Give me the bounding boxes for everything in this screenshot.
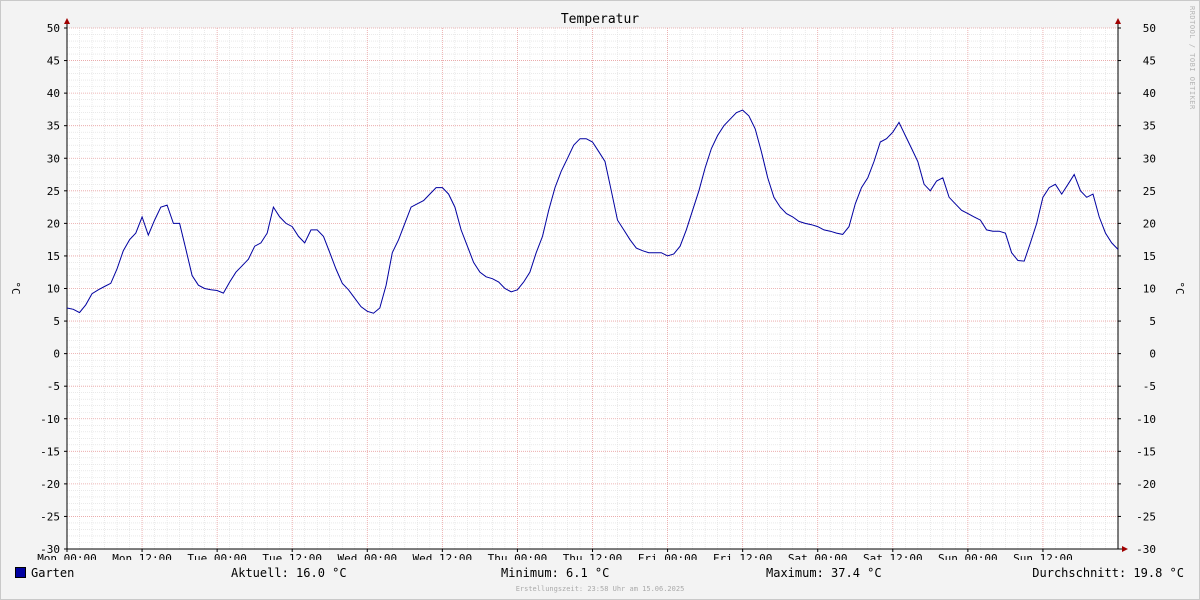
y-tick-label-right: -10: [1136, 413, 1156, 426]
creation-time-footer: Erstellungszeit: 23:58 Uhr am 15.06.2025: [515, 585, 685, 593]
y-tick-label-right: 10: [1143, 283, 1156, 296]
y-tick-label-right: 30: [1143, 152, 1156, 165]
y-tick-label: 15: [47, 250, 60, 263]
x-tick-label: Tue 00:00: [187, 552, 247, 560]
y-tick-label: 30: [47, 152, 60, 165]
y-tick-label-right: 35: [1143, 120, 1156, 133]
y-axis-arrow-left: [64, 18, 70, 24]
y-tick-label-right: 0: [1149, 348, 1156, 361]
y-tick-label-right: 40: [1143, 87, 1156, 100]
legend-series: Garten: [15, 566, 74, 580]
x-tick-label: Thu 12:00: [563, 552, 623, 560]
legend-current: Aktuell: 16.0 °C: [231, 566, 347, 580]
y-tick-label-right: 45: [1143, 55, 1156, 68]
x-tick-label: Thu 00:00: [488, 552, 548, 560]
y-tick-label: 10: [47, 283, 60, 296]
y-tick-label-right: -20: [1136, 478, 1156, 491]
legend-minimum: Minimum: 6.1 °C: [501, 566, 610, 580]
y-tick-label: 35: [47, 120, 60, 133]
y-tick-label: -25: [40, 510, 60, 523]
y-tick-label-right: 50: [1143, 22, 1156, 35]
y-tick-labels-right: 50454035302520151050-5-10-15-20-25-30: [1136, 22, 1156, 556]
legend-maximum: Maximum: 37.4 °C: [766, 566, 882, 580]
y-tick-label: -20: [40, 478, 60, 491]
y-axis-label-right: °C: [1173, 281, 1186, 294]
y-tick-label: -10: [40, 413, 60, 426]
x-tick-label: Fri 00:00: [638, 552, 698, 560]
x-tick-label: Mon 12:00: [112, 552, 172, 560]
x-tick-label: Mon 00:00: [37, 552, 97, 560]
chart-title: Temperatur: [561, 12, 639, 27]
legend: Garten Aktuell: 16.0 °C Minimum: 6.1 °C …: [0, 566, 1200, 584]
y-tick-label: 20: [47, 217, 60, 230]
y-tick-label-right: 5: [1149, 315, 1156, 328]
x-tick-label: Wed 12:00: [413, 552, 473, 560]
y-tick-label: 25: [47, 185, 60, 198]
x-tick-label: Fri 12:00: [713, 552, 773, 560]
y-tick-label: -15: [40, 445, 60, 458]
x-tick-labels: Mon 00:00 Mon 12:00 Tue 00:00 Tue 12:00 Wed …: [37, 552, 1073, 560]
y-tick-label-right: -15: [1136, 445, 1156, 458]
x-tick-label: Sun 12:00: [1013, 552, 1073, 560]
x-tick-label: Sun 00:00: [938, 552, 998, 560]
y-axis-arrow-right: [1115, 18, 1121, 24]
y-tick-label-right: 20: [1143, 217, 1156, 230]
x-tick-label: Sat 00:00: [788, 552, 848, 560]
legend-swatch-garten: [15, 567, 26, 578]
y-tick-labels-left: 50454035302520151050-5-10-15-20-25-30: [40, 22, 60, 556]
y-tick-label-right: -25: [1136, 510, 1156, 523]
x-tick-label: Wed 00:00: [337, 552, 397, 560]
legend-average: Durchschnitt: 19.8 °C: [1032, 566, 1184, 580]
y-tick-label: 50: [47, 22, 60, 35]
x-tick-label: Sat 12:00: [863, 552, 923, 560]
y-tick-label: 40: [47, 87, 60, 100]
rrdtool-watermark: RRDTOOL / TOBI OETIKER: [1188, 6, 1196, 110]
y-tick-label: 0: [53, 348, 60, 361]
y-axis-label-left: °C: [9, 281, 22, 294]
temperature-chart: Temperatur 50454035302520151050-5-10-15-…: [9, 12, 1186, 560]
y-tick-label: -5: [47, 380, 60, 393]
y-tick-label-right: -30: [1136, 543, 1156, 556]
y-tick-label: 45: [47, 55, 60, 68]
y-tick-label-right: 15: [1143, 250, 1156, 263]
x-axis-arrow: [1122, 546, 1128, 552]
legend-series-name: Garten: [31, 566, 75, 580]
y-tick-label-right: 25: [1143, 185, 1156, 198]
y-tick-label: 5: [53, 315, 60, 328]
y-tick-label-right: -5: [1143, 380, 1156, 393]
x-tick-label: Tue 12:00: [262, 552, 322, 560]
